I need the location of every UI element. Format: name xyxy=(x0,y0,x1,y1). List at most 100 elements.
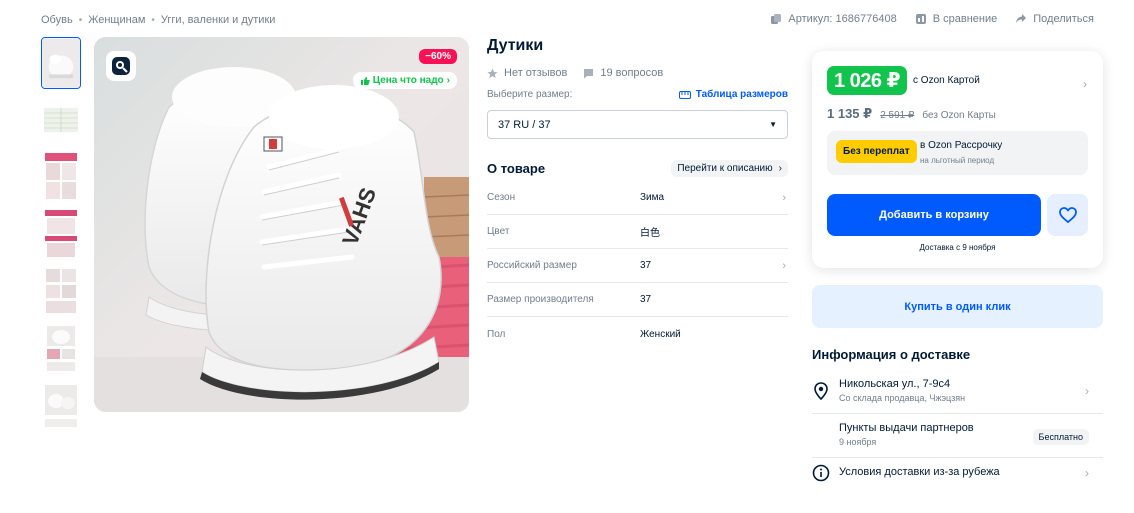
delivery-info: Информация о доставке Никольская ул., 7-… xyxy=(812,347,1103,488)
foreign-delivery-row[interactable]: Условия доставки из-за рубежа › xyxy=(812,458,1103,488)
size-select[interactable]: 37 RU / 37 ▼ xyxy=(487,110,788,139)
property-row-season[interactable]: Сезон Зима › xyxy=(487,181,788,215)
thumbnail-6[interactable] xyxy=(41,322,81,374)
good-price-label: Цена что надо xyxy=(372,75,444,86)
top-meta: Артикул: 1686776408 В сравнение Поделить… xyxy=(770,13,1094,25)
thumbnail-3[interactable] xyxy=(41,151,81,203)
thumbnail-2[interactable] xyxy=(41,94,81,146)
property-row-ru-size[interactable]: Российский размер 37 › xyxy=(487,249,788,283)
thumbnail-1[interactable] xyxy=(41,37,81,89)
breadcrumb-item-category[interactable]: Угги, валенки и дутики xyxy=(161,14,276,26)
info-icon xyxy=(812,464,830,482)
card-price: 1 026 ₽ xyxy=(827,66,908,95)
similar-search-button[interactable] xyxy=(106,51,136,81)
regular-price: 1 135 ₽ xyxy=(827,106,873,121)
pickup-points-label: Пункты выдачи партнеров xyxy=(839,422,974,434)
property-value: Женский xyxy=(640,328,681,340)
pickup-points-row[interactable]: Пункты выдачи партнеров 9 ноября Бесплат… xyxy=(812,414,1103,458)
caret-down-icon: ▼ xyxy=(769,120,777,129)
delivery-address: Никольская ул., 7-9с4 xyxy=(839,378,951,390)
property-key: Размер производителя xyxy=(487,294,594,305)
compare-label: В сравнение xyxy=(932,13,998,25)
breadcrumb-item-women[interactable]: Женщинам xyxy=(88,14,145,26)
regular-price-row: 1 135 ₽ 2 591 ₽ без Ozon Карты xyxy=(827,106,996,122)
delivery-source: Со склада продавца, Чжэцзян xyxy=(839,393,966,403)
chevron-right-icon: › xyxy=(446,75,450,86)
go-description-button[interactable]: Перейти к описанию › xyxy=(671,160,788,177)
property-row-color: Цвет 白色 xyxy=(487,215,788,249)
property-value: 37 xyxy=(640,294,652,305)
property-key: Пол xyxy=(487,328,506,340)
thumbnail-5[interactable] xyxy=(41,265,81,317)
buy-card: 1 026 ₽ c Ozon Картой › 1 135 ₽ 2 591 ₽ … xyxy=(812,51,1103,268)
chevron-right-icon: › xyxy=(782,259,786,272)
questions-label: 19 вопросов xyxy=(600,67,664,79)
size-table-link[interactable]: Таблица размеров xyxy=(678,89,788,100)
property-key: Цвет xyxy=(487,226,510,237)
about-header: О товаре Перейти к описанию › xyxy=(487,160,788,177)
reviews-label: Нет отзывов xyxy=(504,67,568,79)
installment-block[interactable]: Без переплат в Ozon Рассрочку на льготны… xyxy=(827,131,1088,175)
buy-one-click-button[interactable]: Купить в один клик xyxy=(812,285,1103,328)
property-value: 白色 xyxy=(640,228,660,239)
pickup-date: 9 ноября xyxy=(839,437,877,447)
camera-search-icon xyxy=(112,57,130,75)
size-select-value: 37 RU / 37 xyxy=(498,118,551,131)
foreign-delivery-label: Условия доставки из-за рубежа xyxy=(839,466,1000,478)
chevron-right-icon: › xyxy=(1085,384,1089,398)
chevron-right-icon: › xyxy=(778,163,782,174)
product-info: Дутики Нет отзывов 19 вопросов Выберите … xyxy=(487,37,788,351)
thumbnail-7[interactable] xyxy=(41,379,81,431)
property-key: Российский размер xyxy=(487,260,577,271)
share-icon xyxy=(1016,14,1027,23)
article-number[interactable]: Артикул: 1686776408 xyxy=(770,13,897,25)
favorite-button[interactable] xyxy=(1047,194,1088,236)
free-delivery-badge: Бесплатно xyxy=(1032,429,1089,445)
compare-icon xyxy=(915,14,926,24)
size-header: Выберите размер: Таблица размеров xyxy=(487,89,788,100)
location-pin-icon xyxy=(814,382,828,400)
properties-list: Сезон Зима › Цвет 白色 Российский размер 3… xyxy=(487,181,788,351)
compare-link[interactable]: В сравнение xyxy=(915,13,998,25)
installment-badge: Без переплат xyxy=(836,140,917,163)
share-link[interactable]: Поделиться xyxy=(1015,13,1094,25)
breadcrumb-separator: • xyxy=(151,14,155,26)
heart-icon xyxy=(1058,207,1077,223)
breadcrumb-separator: • xyxy=(78,14,83,26)
chevron-right-icon: › xyxy=(782,191,786,204)
share-label: Поделиться xyxy=(1033,13,1094,25)
old-price: 2 591 ₽ xyxy=(880,110,915,121)
rating-row: Нет отзывов 19 вопросов xyxy=(487,67,788,79)
questions-link[interactable]: 19 вопросов xyxy=(583,67,663,79)
installment-subtitle: на льготный период xyxy=(920,156,995,165)
go-description-label: Перейти к описанию xyxy=(677,163,773,174)
delivery-info-title: Информация о доставке xyxy=(812,347,971,362)
reviews-link[interactable]: Нет отзывов xyxy=(487,67,567,79)
good-price-badge[interactable]: Цена что надо › xyxy=(352,72,457,89)
breadcrumb: Обувь • Женщинам • Угги, валенки и дутик… xyxy=(41,14,275,26)
about-title: О товаре xyxy=(487,161,546,176)
chat-icon xyxy=(584,68,594,78)
discount-badge: −60% xyxy=(419,49,457,64)
chevron-right-icon: › xyxy=(1085,466,1089,480)
add-to-cart-button[interactable]: Добавить в корзину xyxy=(827,194,1041,236)
delivery-address-row[interactable]: Никольская ул., 7-9с4 Со склада продавца… xyxy=(812,370,1103,414)
product-image[interactable]: VAHS −60% Цена что надо › xyxy=(94,37,469,412)
card-price-label: c Ozon Картой xyxy=(913,75,980,86)
card-price-row[interactable]: 1 026 ₽ c Ozon Картой xyxy=(827,66,980,95)
property-value: 37 xyxy=(640,260,652,271)
sneakers-photo: VAHS xyxy=(94,37,469,412)
product-title: Дутики xyxy=(487,37,544,54)
delivery-date: Доставка с 9 ноября xyxy=(919,243,996,252)
installment-title: в Ozon Рассрочку xyxy=(920,140,1003,151)
thumbs-up-icon xyxy=(360,76,370,85)
chevron-right-icon[interactable]: › xyxy=(1083,77,1087,91)
thumbnail-4[interactable] xyxy=(41,208,81,260)
size-label: Выберите размер: xyxy=(487,89,573,100)
property-row-maker-size: Размер производителя 37 xyxy=(487,283,788,317)
property-row-gender: Пол Женский xyxy=(487,317,788,351)
ruler-icon xyxy=(678,90,691,99)
property-value: Зима xyxy=(640,192,665,203)
breadcrumb-item-shoes[interactable]: Обувь xyxy=(41,14,73,26)
article-label: Артикул: 1686776408 xyxy=(788,13,897,25)
